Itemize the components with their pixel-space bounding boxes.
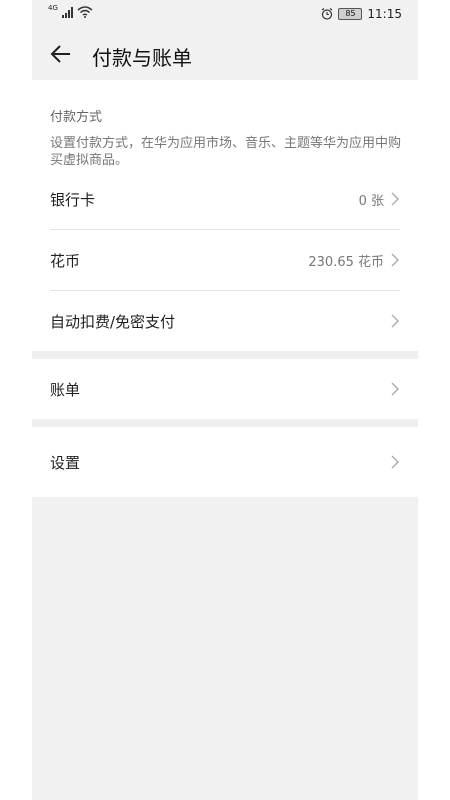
chevron-right-icon bbox=[391, 382, 399, 396]
row-value: 0 张 bbox=[358, 193, 384, 209]
clock: 11:15 bbox=[367, 7, 402, 21]
page-title: 付款与账单 bbox=[92, 46, 192, 70]
settings-content: 付款方式 设置付款方式，在华为应用市场、音乐、主题等华为应用中购买虚拟商品。 银… bbox=[32, 80, 418, 497]
row-label: 银行卡 bbox=[50, 190, 96, 209]
row-label: 自动扣费/免密支付 bbox=[50, 312, 176, 331]
row-label: 账单 bbox=[50, 380, 81, 399]
network-type: 4G bbox=[48, 4, 58, 12]
row-value-group bbox=[390, 382, 400, 396]
chevron-right-icon bbox=[391, 192, 399, 206]
row-label: 花币 bbox=[50, 251, 81, 270]
status-bar: 4G 85 11:15 bbox=[32, 0, 418, 30]
chevron-right-icon bbox=[391, 314, 399, 328]
row-value-group bbox=[390, 314, 400, 328]
row-label: 设置 bbox=[50, 453, 81, 472]
row-huawei-coin[interactable]: 花币 230.65 花币 bbox=[50, 229, 400, 290]
row-value-group: 0 张 bbox=[359, 190, 400, 209]
row-bills[interactable]: 账单 bbox=[50, 359, 400, 419]
title-bar: 付款与账单 bbox=[32, 30, 418, 80]
section-divider bbox=[32, 419, 418, 427]
row-settings[interactable]: 设置 bbox=[50, 427, 400, 497]
row-value-group bbox=[390, 455, 400, 469]
row-value: 230.65 花币 bbox=[308, 254, 384, 270]
back-arrow-icon[interactable] bbox=[50, 43, 72, 65]
payment-section-header: 付款方式 设置付款方式，在华为应用市场、音乐、主题等华为应用中购买虚拟商品。 bbox=[32, 80, 418, 169]
payment-section-title: 付款方式 bbox=[50, 110, 103, 125]
alarm-icon bbox=[322, 8, 333, 20]
app-frame: 4G 85 11:15 付款与账单 付款方式 设置付款方式，在华为应用市场、音乐… bbox=[32, 0, 418, 800]
battery-icon: 85 bbox=[338, 8, 363, 20]
status-left: 4G bbox=[48, 4, 93, 18]
status-right: 85 11:15 bbox=[321, 7, 402, 21]
signal-icon bbox=[61, 6, 73, 18]
section-divider bbox=[32, 351, 418, 359]
chevron-right-icon bbox=[391, 253, 399, 267]
chevron-right-icon bbox=[391, 455, 399, 469]
row-value-group: 230.65 花币 bbox=[308, 251, 400, 270]
payment-section-description: 设置付款方式，在华为应用市场、音乐、主题等华为应用中购买虚拟商品。 bbox=[50, 136, 402, 168]
row-auto-deduct[interactable]: 自动扣费/免密支付 bbox=[50, 290, 400, 351]
row-bank-card[interactable]: 银行卡 0 张 bbox=[50, 169, 400, 229]
wifi-icon bbox=[77, 6, 93, 18]
